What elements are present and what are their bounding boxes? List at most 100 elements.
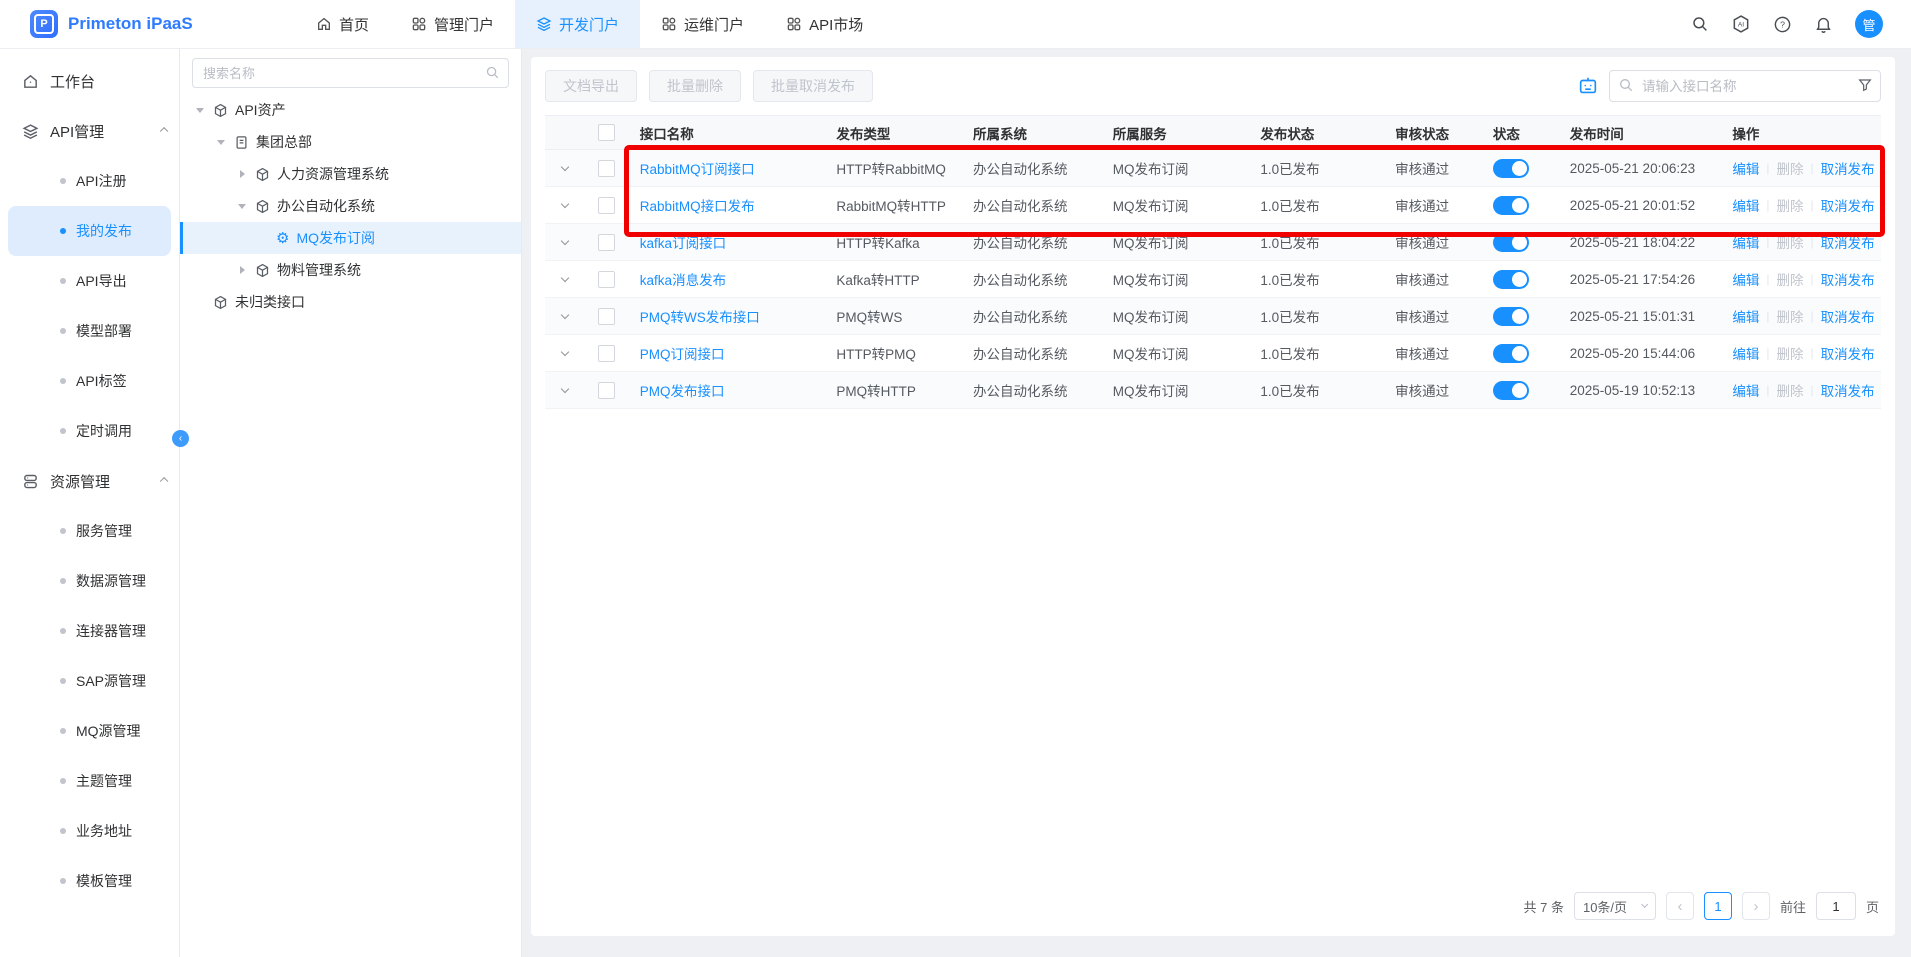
sidebar-item-datasource-management[interactable]: 数据源管理 xyxy=(8,556,171,606)
delete-link[interactable]: 删除 xyxy=(1777,269,1804,289)
tree-node-uncategorized[interactable]: 未归类接口 xyxy=(180,286,521,318)
unpublish-link[interactable]: 取消发布 xyxy=(1821,343,1875,363)
enable-toggle[interactable] xyxy=(1493,159,1529,178)
caret-down-icon[interactable] xyxy=(238,204,246,209)
row-expand-icon[interactable] xyxy=(561,273,569,281)
api-name-link[interactable]: RabbitMQ订阅接口 xyxy=(640,158,755,178)
tree-node-mq-pubsub[interactable]: ⚙ MQ发布订阅 xyxy=(180,222,521,254)
edit-link[interactable]: 编辑 xyxy=(1732,343,1759,363)
brand[interactable]: P Primeton iPaaS xyxy=(0,10,240,38)
sidebar-item-api-tags[interactable]: API标签 xyxy=(8,356,171,406)
ai-assistant-icon[interactable]: AI xyxy=(1731,14,1751,34)
sidebar-group-resource-management[interactable]: 资源管理 xyxy=(0,456,179,506)
enable-toggle[interactable] xyxy=(1493,196,1529,215)
delete-link[interactable]: 删除 xyxy=(1777,158,1804,178)
unpublish-link[interactable]: 取消发布 xyxy=(1821,269,1875,289)
row-expand-icon[interactable] xyxy=(561,310,569,318)
row-checkbox[interactable] xyxy=(598,271,615,288)
unpublish-link[interactable]: 取消发布 xyxy=(1821,380,1875,400)
enable-toggle[interactable] xyxy=(1493,344,1529,363)
sidebar-item-api-register[interactable]: API注册 xyxy=(8,156,171,206)
sidebar-item-my-publish[interactable]: 我的发布 xyxy=(8,206,171,256)
enable-toggle[interactable] xyxy=(1493,381,1529,400)
page-size-select[interactable]: 10条/页 xyxy=(1574,892,1656,920)
next-page-button[interactable]: › xyxy=(1742,892,1770,920)
row-expand-icon[interactable] xyxy=(561,162,569,170)
filter-icon[interactable] xyxy=(1857,77,1873,93)
sidebar-item-mq-source-management[interactable]: MQ源管理 xyxy=(8,706,171,756)
sidebar-item-sap-source-management[interactable]: SAP源管理 xyxy=(8,656,171,706)
batch-unpublish-button[interactable]: 批量取消发布 xyxy=(753,70,873,102)
caret-right-icon[interactable] xyxy=(240,170,245,178)
api-name-search-input[interactable] xyxy=(1609,70,1881,102)
row-checkbox[interactable] xyxy=(598,345,615,362)
sidebar-item-topic-management[interactable]: 主题管理 xyxy=(8,756,171,806)
goto-page-input[interactable] xyxy=(1816,892,1856,920)
enable-toggle[interactable] xyxy=(1493,307,1529,326)
row-expand-icon[interactable] xyxy=(561,199,569,207)
row-expand-icon[interactable] xyxy=(561,236,569,244)
nav-dev-portal[interactable]: 开发门户 xyxy=(515,0,640,48)
edit-link[interactable]: 编辑 xyxy=(1732,158,1759,178)
row-checkbox[interactable] xyxy=(598,308,615,325)
delete-link[interactable]: 删除 xyxy=(1777,306,1804,326)
unpublish-link[interactable]: 取消发布 xyxy=(1821,232,1875,252)
tree-search-input[interactable] xyxy=(192,58,509,88)
row-expand-icon[interactable] xyxy=(561,384,569,392)
sidebar-item-model-deploy[interactable]: 模型部署 xyxy=(8,306,171,356)
row-checkbox[interactable] xyxy=(598,234,615,251)
sidebar-item-business-address[interactable]: 业务地址 xyxy=(8,806,171,856)
tree-node-group-hq[interactable]: 集团总部 xyxy=(180,126,521,158)
unpublish-link[interactable]: 取消发布 xyxy=(1821,306,1875,326)
edit-link[interactable]: 编辑 xyxy=(1732,380,1759,400)
caret-down-icon[interactable] xyxy=(217,140,225,145)
row-checkbox[interactable] xyxy=(598,382,615,399)
row-expand-icon[interactable] xyxy=(561,347,569,355)
enable-toggle[interactable] xyxy=(1493,233,1529,252)
delete-link[interactable]: 删除 xyxy=(1777,380,1804,400)
sidebar-item-api-export[interactable]: API导出 xyxy=(8,256,171,306)
api-name-link[interactable]: PMQ转WS发布接口 xyxy=(640,306,760,326)
search-icon[interactable] xyxy=(1691,15,1709,33)
help-icon[interactable]: ? xyxy=(1773,15,1792,34)
prev-page-button[interactable]: ‹ xyxy=(1666,892,1694,920)
bell-icon[interactable] xyxy=(1814,15,1833,34)
row-checkbox[interactable] xyxy=(598,160,615,177)
enable-toggle[interactable] xyxy=(1493,270,1529,289)
sidebar-item-service-management[interactable]: 服务管理 xyxy=(8,506,171,556)
sidebar-group-api-management[interactable]: API管理 xyxy=(0,106,179,156)
current-page-button[interactable]: 1 xyxy=(1704,892,1732,920)
unpublish-link[interactable]: 取消发布 xyxy=(1821,195,1875,215)
api-name-link[interactable]: PMQ订阅接口 xyxy=(640,343,725,363)
user-avatar[interactable]: 管 xyxy=(1855,10,1883,38)
nav-api-market[interactable]: API市场 xyxy=(765,0,884,48)
api-name-link[interactable]: kafka消息发布 xyxy=(640,269,726,289)
edit-link[interactable]: 编辑 xyxy=(1732,306,1759,326)
tree-node-api-assets[interactable]: API资产 xyxy=(180,94,521,126)
nav-home[interactable]: 首页 xyxy=(295,0,390,48)
export-docs-button[interactable]: 文档导出 xyxy=(545,70,637,102)
tree-node-material-system[interactable]: 物料管理系统 xyxy=(180,254,521,286)
batch-delete-button[interactable]: 批量删除 xyxy=(649,70,741,102)
api-name-link[interactable]: kafka订阅接口 xyxy=(640,232,726,252)
delete-link[interactable]: 删除 xyxy=(1777,343,1804,363)
sidebar-item-scheduled-call[interactable]: 定时调用 xyxy=(8,406,171,456)
api-name-link[interactable]: RabbitMQ接口发布 xyxy=(640,195,755,215)
nav-admin-portal[interactable]: 管理门户 xyxy=(390,0,515,48)
sidebar-collapse-button[interactable]: ‹ xyxy=(172,430,189,447)
sidebar-item-workbench[interactable]: 工作台 xyxy=(0,56,179,106)
sidebar-item-template-management[interactable]: 模板管理 xyxy=(8,856,171,906)
edit-link[interactable]: 编辑 xyxy=(1732,232,1759,252)
caret-down-icon[interactable] xyxy=(196,108,204,113)
tree-node-hr-system[interactable]: 人力资源管理系统 xyxy=(180,158,521,190)
row-checkbox[interactable] xyxy=(598,197,615,214)
tree-node-oa-system[interactable]: 办公自动化系统 xyxy=(180,190,521,222)
unpublish-link[interactable]: 取消发布 xyxy=(1821,158,1875,178)
sidebar-item-connector-management[interactable]: 连接器管理 xyxy=(8,606,171,656)
edit-link[interactable]: 编辑 xyxy=(1732,195,1759,215)
delete-link[interactable]: 删除 xyxy=(1777,195,1804,215)
caret-right-icon[interactable] xyxy=(240,266,245,274)
nav-ops-portal[interactable]: 运维门户 xyxy=(640,0,765,48)
select-all-checkbox[interactable] xyxy=(598,124,615,141)
robot-icon[interactable] xyxy=(1577,75,1599,97)
